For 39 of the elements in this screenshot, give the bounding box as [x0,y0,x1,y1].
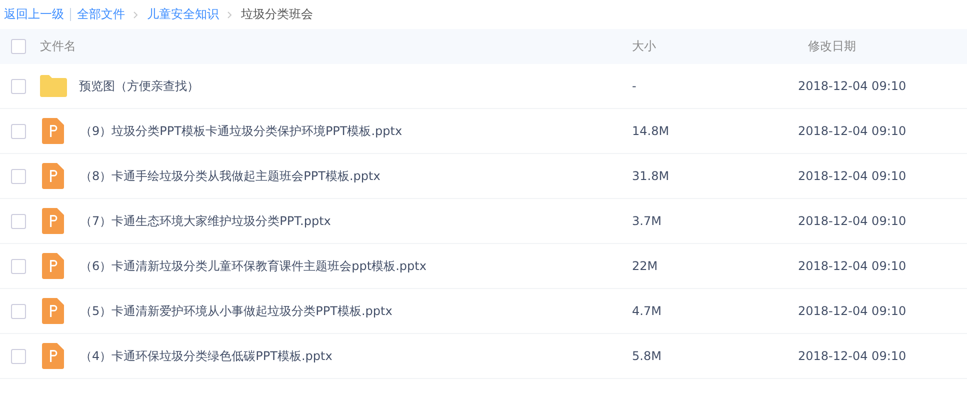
file-name-link[interactable]: （4）卡通环保垃圾分类绿色低碳PPT模板.pptx [80,348,332,364]
file-size: 4.7M [632,304,662,318]
breadcrumb-current: 垃圾分类班会 [241,6,313,23]
file-size: 14.8M [632,124,670,138]
modified-date: 2018-12-04 09:10 [798,304,906,318]
modified-date: 2018-12-04 09:10 [798,349,906,363]
file-size: - [632,79,636,93]
file-name-link[interactable]: （8）卡通手绘垃圾分类从我做起主题班会PPT模板.pptx [80,168,380,184]
modified-date: 2018-12-04 09:10 [798,259,906,273]
file-size: 22M [632,259,658,273]
chevron-icon [226,10,234,18]
file-name-link[interactable]: （5）卡通清新爱护环境从小事做起垃圾分类PPT模板.pptx [80,302,392,320]
row-checkbox[interactable] [11,78,26,94]
file-name-link[interactable]: （9）垃圾分类PPT模板卡通垃圾分类保护环境PPT模板.pptx [80,122,402,140]
row-checkbox[interactable] [11,124,26,138]
modified-date: 2018-12-04 09:10 [798,124,906,138]
modified-date: 2018-12-04 09:10 [798,214,906,228]
presentation-file-icon [42,208,64,234]
file-name-link[interactable]: （6）卡通清新垃圾分类儿童环保教育课件主题班会ppt模板.pptx [80,258,426,274]
file-size: 5.8M [632,349,662,363]
file-size: 31.8M [632,169,670,183]
row-checkbox[interactable] [11,304,26,318]
row-checkbox[interactable] [11,348,26,364]
row-checkbox[interactable] [11,168,26,184]
modified-date: 2018-12-04 09:10 [798,79,906,93]
row-checkbox[interactable] [11,214,26,228]
file-name-link[interactable]: （7）卡通生态环境大家维护垃圾分类PPT.pptx [80,212,331,230]
presentation-file-icon [42,298,64,324]
select-all-checkbox[interactable] [11,39,26,54]
file-size: 3.7M [632,214,662,228]
row-checkbox[interactable] [11,258,26,274]
presentation-file-icon [42,253,64,279]
presentation-file-icon [42,118,64,144]
folder-icon [40,75,67,97]
file-name-link[interactable]: 预览图（方便亲查找） [79,78,199,94]
chevron-icon [132,10,140,18]
presentation-file-icon [42,163,64,189]
modified-date: 2018-12-04 09:10 [798,169,906,183]
presentation-file-icon [42,343,64,369]
